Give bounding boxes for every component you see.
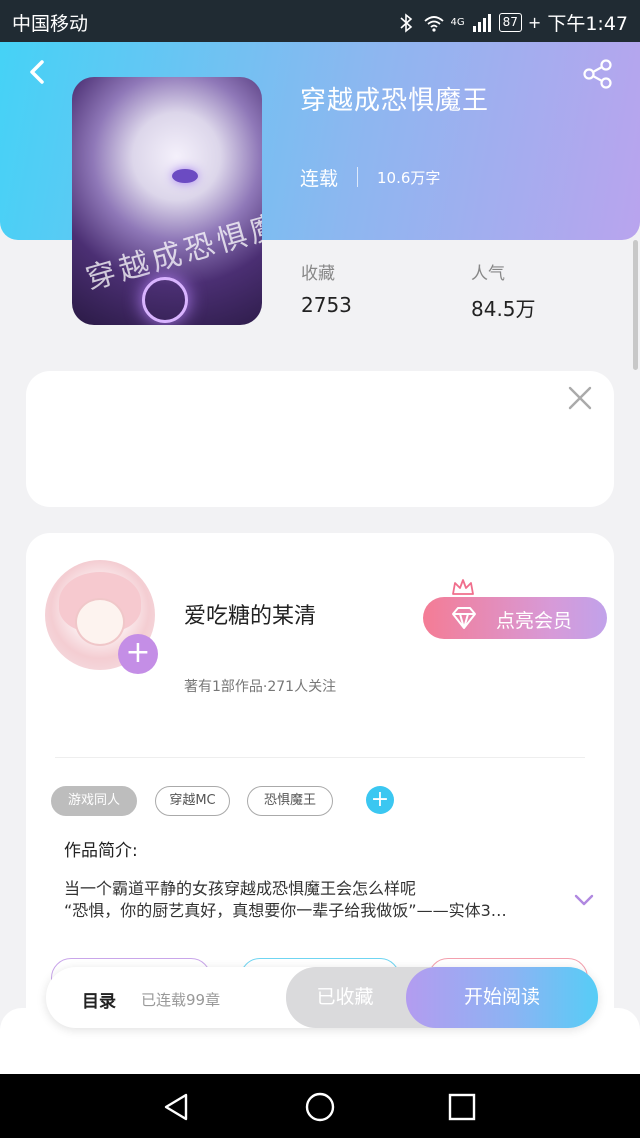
intro-line-2: “恐惧，你的厨艺真好，真想要你一辈子给我做饭”——实体3… <box>64 901 507 920</box>
nav-recents-icon[interactable] <box>445 1090 479 1124</box>
nav-back-icon[interactable] <box>160 1090 194 1124</box>
bluetooth-icon <box>399 12 412 33</box>
carrier-name: 中国移动 <box>12 13 89 35</box>
status-bar: 中国移动 4G 87 + 下午1:47 <box>0 0 640 42</box>
cover-art-orb <box>142 277 188 323</box>
vip-button-label: 点亮会员 <box>496 610 573 632</box>
stat-favorites-label: 收藏 <box>301 264 335 284</box>
tag-dread-lord[interactable]: 恐惧魔王 <box>247 786 333 816</box>
chevron-down-icon[interactable] <box>572 890 596 910</box>
toc-button[interactable]: 目录 <box>82 987 116 1012</box>
stat-popularity-label: 人气 <box>471 264 505 284</box>
crown-icon <box>452 579 474 595</box>
word-count: 10.6万字 <box>377 169 441 187</box>
nav-home-icon[interactable] <box>303 1090 337 1124</box>
vip-button[interactable]: 点亮会员 <box>423 597 607 639</box>
intro-line-1: 当一个霸道平静的女孩穿越成恐惧魔王会怎么样呢 <box>64 879 417 898</box>
intro-title: 作品简介: <box>64 841 138 861</box>
add-tag-button[interactable]: + <box>366 786 394 814</box>
charging-icon: + <box>527 13 542 32</box>
stat-popularity-value: 84.5万 <box>471 297 536 321</box>
cover-art-detail <box>172 169 198 183</box>
tag-mc[interactable]: 穿越MC <box>155 786 230 816</box>
follow-author-button[interactable]: + <box>118 634 158 674</box>
collected-button-label: 已收藏 <box>316 986 374 1008</box>
close-icon[interactable] <box>566 384 594 412</box>
book-title: 穿越成恐惧魔王 <box>300 86 490 116</box>
network-type: 4G <box>450 17 465 28</box>
book-cover[interactable]: 穿越成恐惧魔 <box>72 77 262 325</box>
wifi-icon <box>423 15 444 32</box>
diamond-icon <box>452 607 476 629</box>
stat-favorites-value: 2753 <box>301 293 352 317</box>
battery-level: 87 <box>498 13 522 32</box>
back-icon[interactable] <box>24 56 52 88</box>
toc-status[interactable]: 已连载99章 <box>141 989 220 1010</box>
clock: 下午1:47 <box>547 13 628 35</box>
system-nav-bar <box>0 1074 640 1138</box>
start-reading-button[interactable]: 开始阅读 <box>406 967 598 1028</box>
author-name[interactable]: 爱吃糖的某清 <box>184 598 316 630</box>
status-icons: 4G 87 + 下午1:47 <box>395 9 628 36</box>
divider <box>55 757 585 758</box>
author-meta: 著有1部作品·271人关注 <box>184 679 337 695</box>
signal-icon <box>472 13 491 32</box>
book-status: 连载 <box>300 168 339 190</box>
share-icon[interactable] <box>582 58 614 90</box>
tag-game-fanfic[interactable]: 游戏同人 <box>51 786 137 816</box>
avatar-face <box>75 598 125 646</box>
ad-card <box>26 371 614 507</box>
scrollbar[interactable] <box>633 240 638 370</box>
header-divider <box>357 167 358 187</box>
